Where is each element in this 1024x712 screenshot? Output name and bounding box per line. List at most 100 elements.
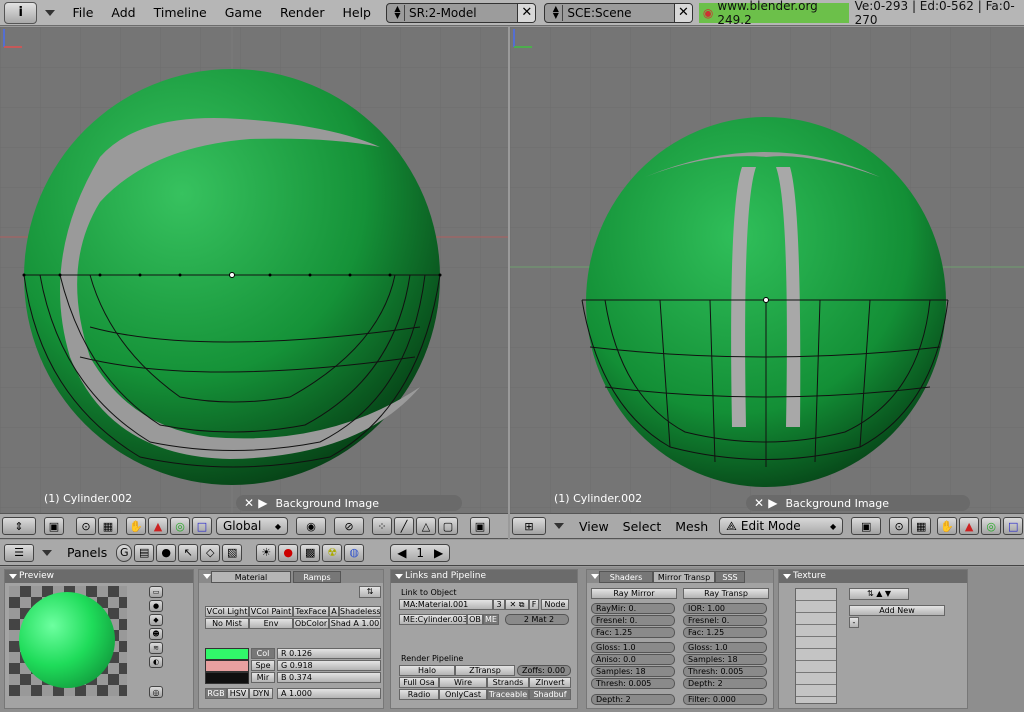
translate-icon[interactable]: ▲ — [959, 517, 980, 535]
info-window-button[interactable]: i — [4, 1, 38, 24]
zinvert-toggle[interactable]: ZInvert — [529, 677, 571, 688]
screen-name[interactable]: SR:2-Model — [409, 6, 477, 20]
header-collapse-icon[interactable] — [554, 523, 564, 529]
traceable-toggle[interactable]: Traceable — [487, 689, 529, 700]
spe-button[interactable]: Spe — [251, 660, 275, 671]
mirror-field-1[interactable]: Fresnel: 0. — [591, 615, 675, 626]
texture-browse-icon[interactable]: - — [849, 617, 859, 628]
texface-toggle[interactable]: TexFace — [293, 606, 329, 617]
strands-toggle[interactable]: Strands — [487, 677, 529, 688]
ob-link-button[interactable]: OB — [467, 614, 483, 625]
links-title[interactable]: Links and Pipeline — [391, 570, 577, 583]
blue-slider[interactable]: B 0.374 — [277, 672, 381, 683]
layers-icon[interactable]: ▦ — [98, 517, 118, 535]
preview-sphere-icon[interactable]: ● — [149, 600, 163, 612]
render-icon[interactable]: ▣ — [470, 517, 490, 535]
fake-user-button[interactable]: F — [529, 599, 539, 610]
rotate-icon[interactable]: ◎ — [981, 517, 1002, 535]
green-slider[interactable]: G 0.918 — [277, 660, 381, 671]
mir-button[interactable]: Mir — [251, 672, 275, 683]
transp-field-6[interactable]: Depth: 2 — [683, 678, 767, 689]
mirror-field-6[interactable]: Thresh: 0.005 — [591, 678, 675, 689]
world-icon[interactable]: ◍ — [344, 543, 365, 562]
menu-timeline[interactable]: Timeline — [145, 5, 216, 20]
close-icon[interactable]: ✕ ▶ — [244, 496, 267, 510]
draw-type-icon[interactable]: ▣ — [44, 517, 64, 535]
tab-mirror-transp[interactable]: Mirror Transp — [653, 571, 715, 583]
preview-title[interactable]: Preview — [5, 570, 193, 583]
tab-material[interactable]: Material — [211, 571, 291, 583]
mirror-field-4[interactable]: Aniso: 0.0 — [591, 654, 675, 665]
color-swatch-spe[interactable] — [205, 660, 249, 672]
orientation-select[interactable]: Global ◆ — [216, 517, 288, 535]
scale-icon[interactable]: □ — [192, 517, 212, 535]
script-icon[interactable]: ▤ — [134, 543, 155, 562]
dyn-button[interactable]: DYN — [249, 688, 273, 699]
transp-field-0[interactable]: IOR: 1.00 — [683, 603, 767, 614]
window-type-icon[interactable]: ☰ — [4, 543, 34, 562]
mirror-field-5[interactable]: Samples: 18 — [591, 666, 675, 677]
halo-toggle[interactable]: Halo — [399, 665, 455, 676]
scene-selector[interactable]: ▲ ▼ SCE:Scene ✕ — [544, 2, 693, 23]
scene-icon[interactable]: ▧ — [222, 543, 243, 562]
ztransp-toggle[interactable]: ZTransp — [455, 665, 515, 676]
vcol-light-toggle[interactable]: VCol Light — [205, 606, 249, 617]
preview-sky-icon[interactable]: ◐ — [149, 656, 163, 668]
bg-image-bar-left[interactable]: ✕ ▶ Background Image — [236, 495, 462, 511]
no-mist-toggle[interactable]: No Mist — [205, 618, 249, 629]
tab-sss[interactable]: SSS — [715, 571, 745, 583]
transp-field-1[interactable]: Fresnel: 0. — [683, 615, 767, 626]
scene-delete-icon[interactable]: ✕ — [673, 3, 692, 22]
transp-field-3[interactable]: Gloss: 1.0 — [683, 642, 767, 653]
texture-channel-list[interactable] — [795, 588, 837, 704]
rgb-mode-button[interactable]: RGB — [205, 688, 227, 699]
edge-select-icon[interactable]: ╱ — [394, 517, 414, 535]
mat-index-field[interactable]: 2 Mat 2 — [505, 614, 569, 625]
zoffs-field[interactable]: Zoffs: 0.00 — [517, 665, 571, 676]
window-type-icon[interactable]: ⊞ — [512, 517, 546, 535]
editing-icon[interactable]: ◇ — [200, 543, 221, 562]
scene-browse-icon[interactable]: ▲ ▼ — [549, 4, 564, 21]
scene-name[interactable]: SCE:Scene — [567, 6, 631, 20]
hsv-mode-button[interactable]: HSV — [227, 688, 249, 699]
screen-browse-icon[interactable]: ▲ ▼ — [391, 4, 405, 21]
mirror-field-3[interactable]: Gloss: 1.0 — [591, 642, 675, 653]
scale-icon[interactable]: □ — [1003, 517, 1024, 535]
frame-field[interactable]: ◀ 1 ▶ — [390, 543, 451, 562]
panels-label[interactable]: Panels — [60, 545, 114, 560]
viewport-left[interactable]: (1) Cylinder.002 ✕ ▶ Background Image — [0, 27, 508, 513]
occlude-icon[interactable]: ▢ — [438, 517, 458, 535]
header-collapse-icon[interactable] — [42, 549, 52, 556]
transp-field-5[interactable]: Thresh: 0.005 — [683, 666, 767, 677]
onlycast-toggle[interactable]: OnlyCast — [439, 689, 487, 700]
mesh-name-field[interactable]: ME:Cylinder.003 — [399, 614, 467, 625]
vcol-paint-toggle[interactable]: VCol Paint — [249, 606, 293, 617]
texture-order-icon[interactable]: ⇅ ▲ ▼ — [849, 588, 909, 600]
screen-selector[interactable]: ▲ ▼ SR:2-Model ✕ — [385, 2, 537, 23]
bg-image-bar-right[interactable]: ✕ ▶ Background Image — [746, 495, 970, 511]
hand-icon[interactable]: ✋ — [126, 517, 146, 535]
preview-monkey-icon[interactable]: ☻ — [149, 628, 163, 640]
material-actions-icon[interactable]: ✕ ⧉ — [505, 599, 529, 610]
red-slider[interactable]: R 0.126 — [277, 648, 381, 659]
color-swatch-col[interactable] — [205, 648, 249, 660]
screen-delete-icon[interactable]: ✕ — [517, 3, 536, 22]
node-button[interactable]: Node — [541, 599, 569, 610]
menu-file[interactable]: File — [63, 5, 102, 20]
transp-field-7[interactable]: Filter: 0.000 — [683, 694, 767, 705]
pivot-icon[interactable]: ⊙ — [889, 517, 910, 535]
mirror-field-2[interactable]: Fac: 1.25 — [591, 627, 675, 638]
face-select-icon[interactable]: △ — [416, 517, 436, 535]
menu-add[interactable]: Add — [102, 5, 144, 20]
shadow-alpha-field[interactable]: Shad A 1.00 — [329, 618, 381, 629]
draw-type-icon[interactable]: ▣ — [851, 517, 882, 535]
texture-title[interactable]: Texture — [779, 570, 967, 583]
menu-render[interactable]: Render — [271, 5, 334, 20]
color-swatch-mir[interactable] — [205, 672, 249, 684]
rotate-icon[interactable]: ◎ — [170, 517, 190, 535]
add-new-texture-button[interactable]: Add New — [849, 605, 945, 616]
preview-cube-icon[interactable]: ◆ — [149, 614, 163, 626]
proportional-icon[interactable]: ⊘ — [334, 517, 364, 535]
texture-icon[interactable]: ▩ — [300, 543, 321, 562]
material-users[interactable]: 3 — [493, 599, 505, 610]
